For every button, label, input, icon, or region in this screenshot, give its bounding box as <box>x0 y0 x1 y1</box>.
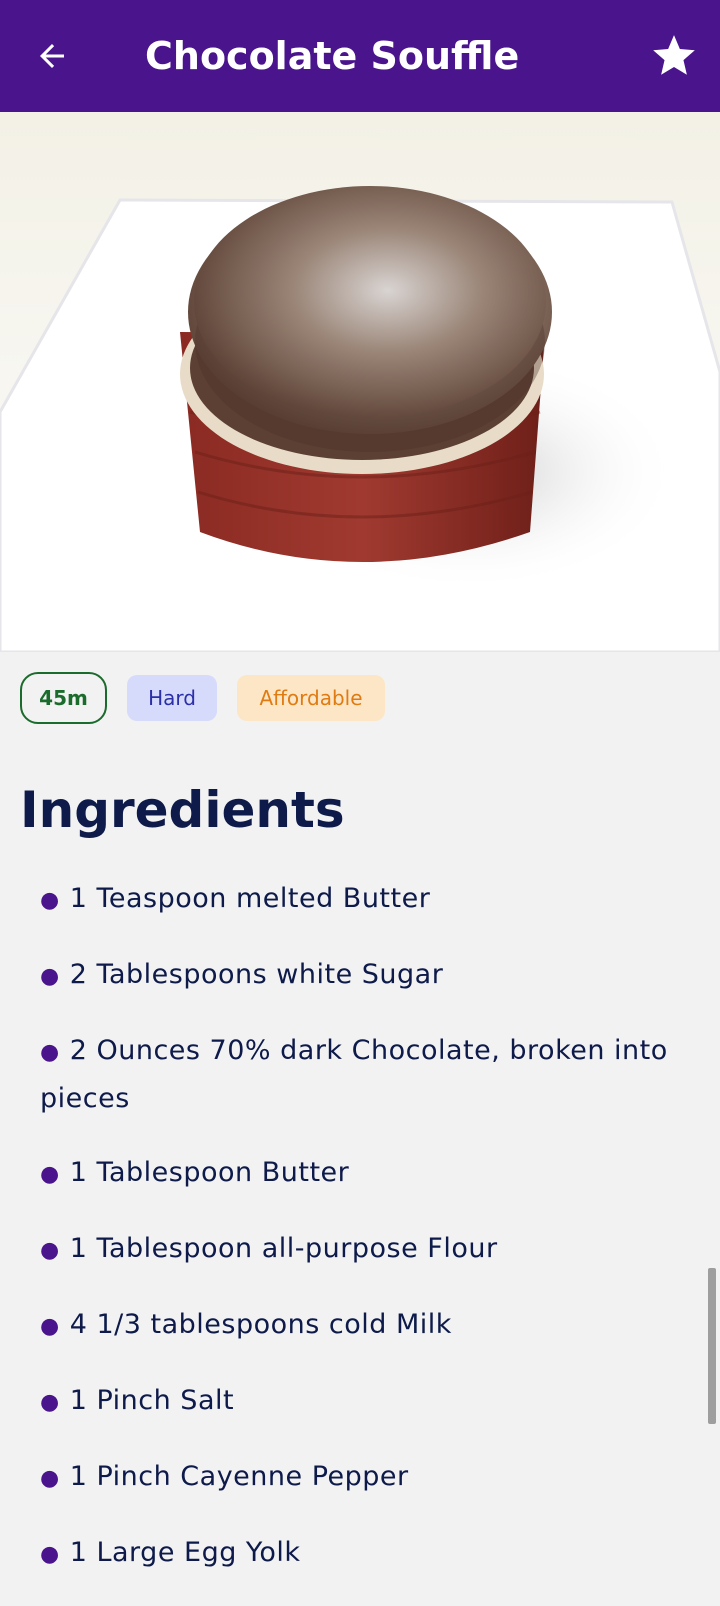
back-button[interactable] <box>20 24 84 88</box>
scrollbar[interactable] <box>708 1268 716 1424</box>
bullet-icon: ● <box>40 1162 60 1187</box>
bullet-icon: ● <box>40 888 60 913</box>
list-item: ● 1 Teaspoon melted Butter <box>40 883 431 914</box>
star-icon <box>653 35 695 75</box>
bullet-icon: ● <box>40 1466 60 1491</box>
arrow-left-icon <box>40 44 64 68</box>
complexity-badge: Hard <box>127 675 217 721</box>
list-item: ● 1 Tablespoon Butter <box>40 1157 350 1188</box>
ingredients-heading: Ingredients <box>20 781 345 839</box>
bullet-icon: ● <box>40 1238 60 1263</box>
list-item: ● 2 Tablespoons white Sugar <box>40 959 444 990</box>
bullet-icon: ● <box>40 1040 60 1065</box>
list-item: ● 1 Large Egg Yolk <box>40 1537 301 1568</box>
list-item: ● 4 1/3 tablespoons cold Milk <box>40 1309 452 1340</box>
app-bar: Chocolate Souffle <box>0 0 720 112</box>
bullet-icon: ● <box>40 1542 60 1567</box>
list-item: ● 2 Ounces 70% dark Chocolate, broken int… <box>40 1035 668 1114</box>
list-item: ● 1 Tablespoon all-purpose Flour <box>40 1233 498 1264</box>
duration-badge: 45m <box>20 672 107 724</box>
list-item: ● 1 Pinch Cayenne Pepper <box>40 1461 409 1492</box>
favorite-button[interactable] <box>642 24 706 88</box>
bullet-icon: ● <box>40 1314 60 1339</box>
bullet-icon: ● <box>40 964 60 989</box>
list-item: ● 1 Pinch Salt <box>40 1385 235 1416</box>
affordability-badge: Affordable <box>237 675 385 721</box>
recipe-image <box>0 112 720 652</box>
ingredients-list: ● 1 Teaspoon melted Butter ● 2 Tablespoons… <box>40 876 680 1606</box>
bullet-icon: ● <box>40 1390 60 1415</box>
recipe-tags: 45m Hard Affordable <box>20 672 405 724</box>
page-title: Chocolate Souffle <box>145 34 520 78</box>
